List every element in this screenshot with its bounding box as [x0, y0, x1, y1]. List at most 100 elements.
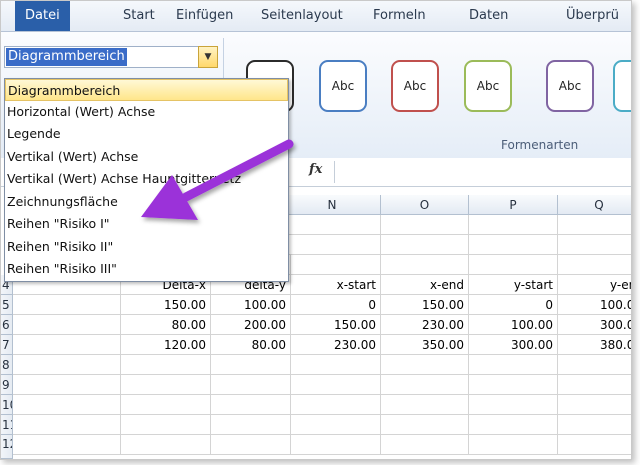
tab-formeln[interactable]: Formeln: [373, 1, 426, 31]
column-header-n[interactable]: N: [284, 195, 381, 215]
cell[interactable]: [284, 215, 381, 235]
column-header-o[interactable]: O: [381, 195, 469, 215]
chart-elements-dropdown-button[interactable]: ▼: [198, 46, 218, 68]
list-item-vertikal-achse[interactable]: Vertikal (Wert) Achse: [5, 146, 288, 168]
cell[interactable]: [469, 235, 558, 255]
cell[interactable]: [291, 415, 381, 435]
cell[interactable]: [13, 415, 121, 435]
cell[interactable]: [381, 215, 469, 235]
cell[interactable]: 0: [469, 295, 558, 315]
cell-x-end-header[interactable]: x-end: [381, 275, 469, 295]
cell[interactable]: [469, 435, 558, 455]
cell[interactable]: [211, 435, 291, 455]
cell[interactable]: [291, 395, 381, 415]
cell[interactable]: 230.00: [381, 315, 469, 335]
cell[interactable]: [558, 235, 631, 255]
cell[interactable]: 380.0: [558, 335, 631, 355]
cell[interactable]: 230.00: [291, 335, 381, 355]
cell[interactable]: [381, 435, 469, 455]
cell[interactable]: [291, 355, 381, 375]
list-item-horizontal-achse[interactable]: Horizontal (Wert) Achse: [5, 101, 288, 123]
cell[interactable]: [558, 375, 631, 395]
cell[interactable]: 0: [291, 295, 381, 315]
list-item-reihen-risiko-1[interactable]: Reihen "Risiko I": [5, 213, 288, 235]
shape-style-2[interactable]: Abc: [319, 60, 367, 112]
cell[interactable]: [284, 235, 381, 255]
tab-datei[interactable]: Datei: [15, 1, 70, 31]
cell[interactable]: 150.00: [121, 295, 211, 315]
row-header[interactable]: 8: [1, 355, 13, 375]
list-item-vertikal-hauptgitternetz[interactable]: Vertikal (Wert) Achse Hauptgitternetz: [5, 168, 288, 190]
cell[interactable]: [558, 255, 631, 275]
cell[interactable]: [121, 375, 211, 395]
cell[interactable]: [558, 435, 631, 455]
list-item-reihen-risiko-3[interactable]: Reihen "Risiko III": [5, 258, 288, 280]
cell[interactable]: [13, 295, 121, 315]
cell[interactable]: [121, 355, 211, 375]
cell-y-end-header[interactable]: y-en: [558, 275, 631, 295]
list-item-legende[interactable]: Legende: [5, 123, 288, 145]
cell[interactable]: [381, 355, 469, 375]
cell[interactable]: [381, 255, 469, 275]
cell[interactable]: [291, 375, 381, 395]
cell[interactable]: [558, 395, 631, 415]
row-header[interactable]: 9: [1, 375, 13, 395]
cell[interactable]: 100.0: [558, 295, 631, 315]
cell[interactable]: [211, 375, 291, 395]
row-header[interactable]: 6: [1, 315, 13, 335]
list-item-reihen-risiko-2[interactable]: Reihen "Risiko II": [5, 236, 288, 258]
column-header-q[interactable]: Q: [558, 195, 631, 215]
tab-start[interactable]: Start: [123, 1, 155, 31]
cell[interactable]: [13, 375, 121, 395]
cell[interactable]: 100.00: [469, 315, 558, 335]
cell[interactable]: [211, 355, 291, 375]
cell[interactable]: [469, 415, 558, 435]
tab-seitenlayout[interactable]: Seitenlayout: [261, 1, 343, 31]
cell[interactable]: [469, 375, 558, 395]
cell[interactable]: [211, 415, 291, 435]
cell[interactable]: [291, 255, 381, 275]
cell[interactable]: 150.00: [291, 315, 381, 335]
cell[interactable]: [13, 435, 121, 455]
cell[interactable]: 200.00: [211, 315, 291, 335]
cell[interactable]: 80.00: [211, 335, 291, 355]
cell-x-start-header[interactable]: x-start: [291, 275, 381, 295]
list-item-zeichnungsflaeche[interactable]: Zeichnungsfläche: [5, 191, 288, 213]
shape-style-6[interactable]: [613, 60, 631, 112]
tab-ueberpruefen[interactable]: Überprü: [566, 1, 619, 31]
cell[interactable]: [13, 355, 121, 375]
chart-elements-combobox[interactable]: Diagrammbereich: [4, 46, 202, 68]
cell[interactable]: [469, 395, 558, 415]
cell[interactable]: [211, 395, 291, 415]
cell[interactable]: 150.00: [381, 295, 469, 315]
cell[interactable]: [13, 335, 121, 355]
cell[interactable]: [291, 435, 381, 455]
cell[interactable]: [121, 415, 211, 435]
cell[interactable]: [558, 415, 631, 435]
cell[interactable]: [381, 395, 469, 415]
cell[interactable]: [558, 215, 631, 235]
row-header[interactable]: 11: [1, 415, 13, 435]
cell[interactable]: [381, 375, 469, 395]
cell[interactable]: [558, 355, 631, 375]
cell[interactable]: 350.00: [381, 335, 469, 355]
cell[interactable]: 80.00: [121, 315, 211, 335]
row-header[interactable]: 10: [1, 395, 13, 415]
cell[interactable]: [381, 415, 469, 435]
list-item-diagrammbereich[interactable]: Diagrammbereich: [5, 79, 288, 101]
shape-style-4[interactable]: Abc: [464, 60, 512, 112]
shape-style-5[interactable]: Abc: [546, 60, 594, 112]
cell[interactable]: 100.00: [211, 295, 291, 315]
cell[interactable]: [13, 315, 121, 335]
cell[interactable]: [469, 215, 558, 235]
cell[interactable]: [121, 435, 211, 455]
tab-daten[interactable]: Daten: [469, 1, 508, 31]
cell[interactable]: 300.00: [469, 335, 558, 355]
insert-function-icon[interactable]: fx: [309, 162, 322, 177]
cell[interactable]: [13, 395, 121, 415]
cell[interactable]: [469, 255, 558, 275]
row-header[interactable]: 7: [1, 335, 13, 355]
column-header-p[interactable]: P: [469, 195, 558, 215]
row-header[interactable]: 12: [1, 435, 13, 459]
cell[interactable]: 120.00: [121, 335, 211, 355]
